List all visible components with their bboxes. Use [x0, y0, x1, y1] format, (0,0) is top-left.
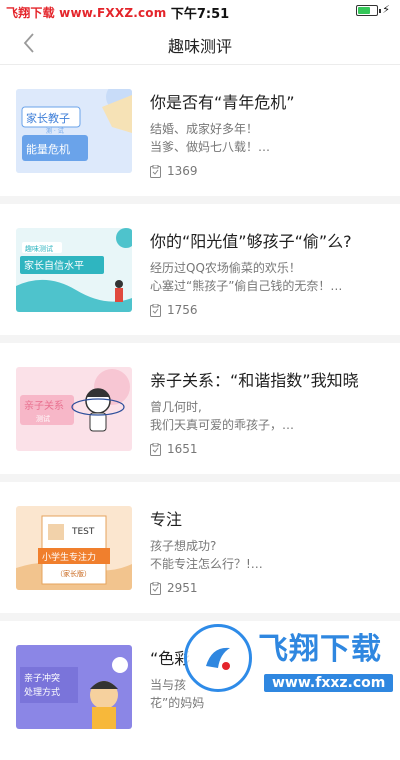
item-description: 经历过QQ农场偷菜的欢乐！ 心塞过“熊孩子”偷自己钱的无奈！…: [150, 259, 386, 295]
item-description: 结婚、成家好多年！ 当爹、做妈七八载！…: [150, 120, 386, 156]
watermark-url: www.fxxz.com: [264, 674, 394, 692]
thumb-line: TEST: [71, 527, 95, 537]
list-item[interactable]: 趣味测试 家长自信水平 你的“阳光值”够孩子“偷”么? 经历过QQ农场偷菜的欢乐…: [0, 204, 400, 343]
status-bar: 飞翔下载 www.FXXZ.com 下午7:51 ⚡: [0, 0, 400, 22]
item-title: 你是否有“青年危机”: [150, 93, 295, 112]
page-title: 趣味测评: [167, 37, 232, 56]
item-description: 孩子想成功? 不能专注怎么行？!…: [150, 537, 386, 573]
quiz-thumbnail: 亲子冲突 处理方式: [16, 645, 132, 729]
thumb-line: 亲子冲突: [24, 672, 60, 684]
item-title: 亲子关系：“和谐指数”我知晓: [150, 371, 359, 390]
quiz-thumbnail: 趣味测试 家长自信水平: [16, 228, 132, 312]
description-line: 我们天真可爱的乖孩子，…: [150, 418, 295, 432]
list-item[interactable]: 家长教子 测 · 试 能量危机 你是否有“青年危机” 结婚、成家好多年！ 当爹、…: [0, 65, 400, 204]
thumb-line: 家长教子: [26, 111, 70, 125]
description-line: 孩子想成功?: [150, 539, 217, 553]
list-item[interactable]: 亲子关系 测试 亲子关系：“和谐指数”我知晓 曾几何时, 我们天真可爱的乖孩子，…: [0, 343, 400, 482]
count-value: 1756: [167, 303, 198, 317]
thumb-line: 小学生专注力: [42, 551, 96, 563]
description-line: 经历过QQ农场偷菜的欢乐！: [150, 261, 301, 275]
thumb-line: 测试: [36, 414, 50, 423]
participant-count: 1651: [150, 442, 198, 456]
clipboard-check-icon: [150, 442, 161, 456]
thumb-line: 家长自信水平: [24, 259, 84, 272]
participant-count: 1369: [150, 164, 198, 178]
thumb-line: 能量危机: [26, 142, 70, 156]
count-value: 1369: [167, 164, 198, 178]
count-value: 2951: [167, 581, 198, 595]
thumb-line: （家长版）: [56, 569, 91, 578]
watermark-logo: 飞翔下载 www.fxxz.com: [180, 620, 400, 710]
participant-count: 1756: [150, 303, 198, 317]
status-time: 下午7:51: [170, 7, 230, 22]
description-line: 曾几何时,: [150, 400, 202, 414]
charging-icon: ⚡: [382, 3, 390, 16]
item-title: 你的“阳光值”够孩子“偷”么?: [150, 232, 352, 251]
description-line: 心塞过“熊孩子”偷自己钱的无奈！…: [150, 279, 343, 293]
quiz-thumbnail: 亲子关系 测试: [16, 367, 132, 451]
thumb-line: 处理方式: [24, 686, 60, 698]
clipboard-check-icon: [150, 581, 161, 595]
clipboard-check-icon: [150, 303, 161, 317]
participant-count: 2951: [150, 581, 198, 595]
nav-bar: 趣味测评: [0, 22, 400, 65]
description-line: 不能专注怎么行？!…: [150, 557, 263, 571]
item-description: 曾几何时, 我们天真可爱的乖孩子，…: [150, 398, 386, 434]
thumb-line: 亲子关系: [24, 399, 64, 412]
logo-icon: [184, 624, 252, 692]
description-line: 当爹、做妈七八载！…: [150, 140, 271, 154]
quiz-thumbnail: TEST 小学生专注力 （家长版）: [16, 506, 132, 590]
clipboard-check-icon: [150, 164, 161, 178]
description-line: 结婚、成家好多年！: [150, 122, 259, 136]
thumb-line: 测 · 试: [46, 127, 64, 135]
count-value: 1651: [167, 442, 198, 456]
thumb-line: 趣味测试: [25, 244, 53, 253]
watermark-title: 飞翔下载: [258, 632, 382, 667]
list-item[interactable]: TEST 小学生专注力 （家长版） 专注 孩子想成功? 不能专注怎么行？!… 2…: [0, 482, 400, 621]
quiz-thumbnail: 家长教子 测 · 试 能量危机: [16, 89, 132, 173]
item-title: 专注: [150, 510, 183, 529]
battery-icon: [356, 5, 381, 16]
